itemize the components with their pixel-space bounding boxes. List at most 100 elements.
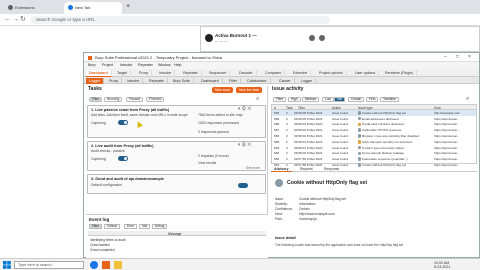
maximize-icon[interactable]: □ — [456, 54, 459, 60]
column-host[interactable]: Host — [434, 106, 441, 110]
event-log-filter-debug[interactable]: Debug — [152, 224, 168, 229]
tasks-filter-finished[interactable]: Finished — [146, 97, 165, 102]
tab-response[interactable]: Response — [321, 166, 342, 172]
subtab-logger-2[interactable]: Logger — [298, 78, 317, 84]
tasks-filter-button[interactable]: Filter — [89, 97, 103, 102]
event-log-row[interactable]: Crawl completed — [90, 248, 115, 252]
menu-repeater[interactable]: Repeater — [138, 63, 153, 67]
tab-advisory[interactable]: Advisory — [271, 166, 292, 172]
menu-intruder[interactable]: Intruder — [120, 63, 132, 67]
reload-icon[interactable]: ↻ — [20, 16, 26, 24]
task-2-see-more-link[interactable]: See more — [246, 166, 260, 170]
tab-intruder[interactable]: Intruder — [156, 70, 176, 77]
subtab-cancer[interactable]: Cancer — [276, 78, 295, 84]
tab-extender[interactable]: Extender — [290, 70, 312, 77]
tasks-filter-paused[interactable]: Paused — [126, 97, 144, 102]
task-1-controls-icons[interactable]: ⏸ ⚙ ✕ — [238, 106, 251, 112]
new-live-task-button[interactable]: New live task — [236, 87, 262, 93]
task-2-capture-toggle[interactable] — [118, 156, 128, 161]
tab-repeater[interactable]: Repeater — [180, 70, 202, 77]
tab-proxy[interactable]: Proxy — [136, 70, 153, 77]
tab-decoder[interactable]: Decoder — [236, 70, 257, 77]
search-icon[interactable]: ⌕ — [466, 96, 469, 103]
severity-dot-icon — [357, 122, 361, 127]
column-task[interactable]: Task — [286, 106, 293, 110]
issues-filter-tentative[interactable]: Tentative — [380, 97, 399, 102]
menu-help[interactable]: Help — [174, 63, 181, 67]
event-log-column-message[interactable]: Message — [168, 232, 181, 236]
issues-filter-medium[interactable]: Medium — [302, 97, 320, 102]
tab-project-options[interactable]: Project options — [316, 70, 347, 77]
subtab-burp-suite[interactable]: Burp Suite — [170, 78, 194, 84]
column-time[interactable]: Time — [298, 106, 305, 110]
taskbar-clock-date[interactable]: 8-03-2021 — [434, 265, 450, 269]
close-icon[interactable]: × — [468, 54, 471, 60]
task-card-2[interactable]: 2. Live audit from Proxy (all traffic) A… — [87, 141, 266, 171]
task-1-items-added: 7662 items added to site map — [198, 113, 243, 117]
issue-cell-type: Credit card numbers disclosed — [362, 122, 404, 127]
event-log-row[interactable]: Identifying items to audit — [90, 238, 126, 242]
issues-filter-low[interactable]: Low — [322, 97, 334, 102]
column-action[interactable]: Action — [332, 106, 341, 110]
tab-renderer[interactable]: Renderer (Plugin) — [382, 70, 418, 77]
column-issue-type[interactable]: Issue type — [358, 106, 373, 110]
issue-cell-n: 586 — [274, 133, 280, 138]
issues-filter-button[interactable]: Filter — [273, 97, 287, 102]
subtab-proxy[interactable]: Proxy — [106, 78, 123, 84]
issues-filter-high[interactable]: High — [288, 97, 301, 102]
column-number[interactable]: # — [274, 106, 276, 110]
event-log-row[interactable]: Crawl started — [90, 243, 109, 247]
file-explorer-icon[interactable] — [114, 261, 122, 269]
tab-comparer[interactable]: Comparer — [262, 70, 285, 77]
task-2-controls-icons[interactable]: ⏸ ⚙ ✕ — [238, 142, 251, 148]
back-arrow-icon[interactable]: ← — [4, 16, 11, 24]
tab-target[interactable]: Target — [114, 70, 131, 77]
task-3-toggle[interactable] — [238, 183, 248, 188]
issues-filter-certain[interactable]: Certain — [348, 97, 365, 102]
task-card-3[interactable]: 3. Good and audit of api.domainexample D… — [87, 174, 266, 194]
taskbar-search-box[interactable]: Type here to search — [14, 261, 84, 269]
task-2-view-results[interactable]: View results — [198, 161, 216, 165]
new-scan-button[interactable]: New scan — [212, 87, 233, 93]
menu-burp[interactable]: Burp — [88, 63, 96, 67]
event-log-filter[interactable]: Filter — [89, 224, 103, 229]
event-log-filter-error[interactable]: Error — [124, 224, 138, 229]
menu-window[interactable]: Window — [158, 63, 171, 67]
tab-sequencer[interactable]: Sequencer — [206, 70, 231, 77]
mouse-cursor-icon — [135, 120, 143, 128]
tab-request[interactable]: Request — [297, 166, 316, 172]
new-tab-plus-icon[interactable]: + — [126, 3, 130, 10]
issue-cell-n: 587 — [274, 128, 280, 133]
issues-filter-firm[interactable]: Firm — [366, 97, 379, 102]
subtab-intruder[interactable]: Intruder — [124, 78, 144, 84]
subtab-dashboard[interactable]: Dashboard — [198, 78, 223, 84]
burp-taskbar-icon[interactable] — [102, 261, 110, 269]
chrome-tab-extensions[interactable]: Extensions — [4, 2, 62, 14]
address-bar[interactable]: Search Google or type a URL — [30, 16, 330, 24]
subtab-repeater[interactable]: Repeater — [146, 78, 168, 84]
tasks-filter-running[interactable]: Running — [104, 97, 123, 102]
menu-project[interactable]: Project — [102, 63, 113, 67]
windows-start-icon[interactable] — [3, 261, 11, 269]
task-2-title: 2. Live audit from Proxy (all traffic) — [91, 144, 154, 148]
tab-dashboard[interactable]: Dashboard — [86, 70, 112, 77]
background-window-header: Activa Burnout 1 — — — — — [200, 26, 480, 52]
subtab-collaborator[interactable]: Collaborator — [244, 78, 271, 84]
forward-arrow-icon[interactable]: → — [12, 16, 19, 24]
event-log-filter-critical[interactable]: Critical — [104, 224, 120, 229]
issue-table: # Task Time Action Issue type Host 590 2 0… — [271, 104, 477, 167]
chrome-taskbar-icon[interactable] — [90, 261, 98, 269]
chrome-tab-new-tab[interactable]: New Tab — [64, 2, 122, 14]
tab-user-options[interactable]: User options — [352, 70, 380, 77]
issues-filter-info[interactable]: Info — [334, 97, 346, 102]
search-icon[interactable]: ⌕ — [256, 96, 259, 103]
settings-icon[interactable] — [319, 35, 325, 41]
minimize-icon[interactable]: – — [444, 54, 447, 60]
subtab-logger[interactable]: Logger — [86, 78, 105, 84]
event-log-filter-info[interactable]: Info — [139, 224, 151, 229]
task-1-capture-toggle[interactable] — [118, 120, 128, 125]
subtab-filter[interactable]: Filter — [226, 78, 241, 84]
task-3-configuration: Default configuration — [91, 183, 123, 187]
plus-circle-icon[interactable] — [309, 35, 315, 41]
task-card-1[interactable]: 1. Live passive crawl from Proxy (all tr… — [87, 105, 266, 138]
